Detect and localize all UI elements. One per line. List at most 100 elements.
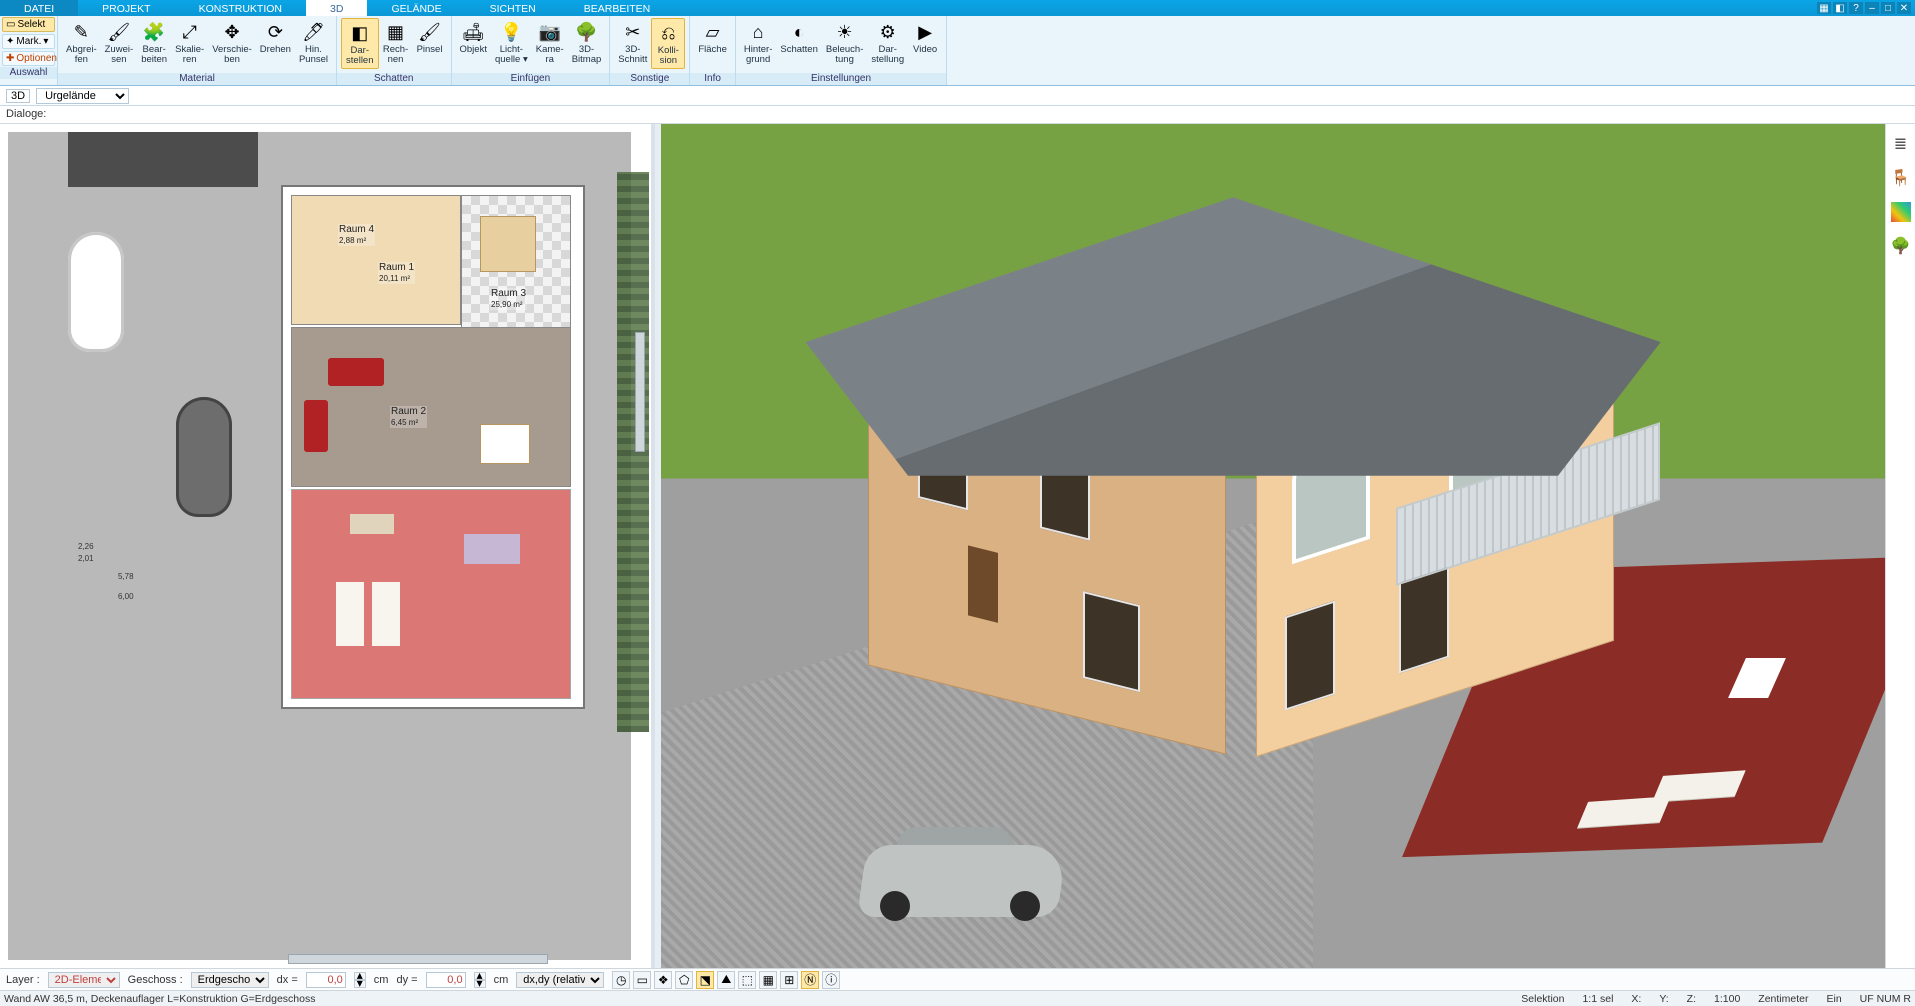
status-x: X:	[1631, 993, 1641, 1005]
car-slot-1	[336, 582, 364, 646]
tab-3d[interactable]: 3D	[306, 0, 367, 16]
floorplan-canvas[interactable]: Raum 42,88 m² Raum 120,11 m² Raum 325,90…	[8, 132, 631, 960]
ribbon-objekt[interactable]: 🛋Objekt	[456, 18, 491, 57]
dx-input[interactable]	[306, 972, 346, 988]
2d-plan-view[interactable]: Raum 42,88 m² Raum 120,11 m² Raum 325,90…	[0, 124, 655, 968]
bottom-tool-6[interactable]: ⬚	[738, 971, 756, 989]
ribbon-skalieren[interactable]: ⤢Skalie- ren	[171, 18, 208, 67]
bottom-tool-5[interactable]: ⛰	[717, 971, 735, 989]
palette-icon[interactable]: ■	[1891, 202, 1911, 222]
garage-room[interactable]	[291, 489, 571, 699]
bottom-tool-4[interactable]: ⬔	[696, 971, 714, 989]
ribbon-video[interactable]: ▶Video	[908, 18, 942, 57]
geschoss-combo[interactable]: Erdgeschos	[191, 972, 269, 988]
close-icon[interactable]: ✕	[1897, 2, 1911, 14]
tab-bearbeiten[interactable]: BEARBEITEN	[560, 0, 675, 16]
ribbon-hin-punsel[interactable]: 🖊Hin. Punsel	[295, 18, 332, 67]
ribbon-darstellen[interactable]: ◧Dar- stellen	[341, 18, 378, 69]
tab-projekt[interactable]: PROJEKT	[78, 0, 174, 16]
2d-scrollbar-h[interactable]	[288, 954, 548, 964]
ribbon-drehen[interactable]: ⟳Drehen	[256, 18, 295, 57]
status-z: Z:	[1687, 993, 1696, 1005]
rechnen-icon: ▦	[384, 20, 408, 44]
maximize-icon[interactable]: □	[1881, 2, 1895, 14]
pinsel-icon: 🖌	[418, 20, 442, 44]
bottom-tool-3[interactable]: ⬠	[675, 971, 693, 989]
ribbon-pinsel[interactable]: 🖌Pinsel	[413, 18, 447, 57]
ribbon-darstellung[interactable]: ⚙Dar- stellung	[867, 18, 908, 67]
3d-canvas[interactable]	[661, 124, 1915, 968]
layer-select[interactable]: Urgelände	[36, 88, 129, 104]
video-label: Video	[913, 45, 937, 55]
3d-view[interactable]: ≣ 🪑 ■ 🌳	[661, 124, 1915, 968]
mark-button[interactable]: ✦ Mark. ▾	[2, 34, 55, 49]
tab-gelaende[interactable]: GELÄNDE	[367, 0, 465, 16]
bed-2	[464, 534, 520, 564]
group-label: Info	[690, 73, 735, 85]
ribbon-verschieben[interactable]: ✥Verschie- ben	[208, 18, 256, 67]
status-scale: 1:100	[1714, 993, 1740, 1005]
ribbon-3d-bitmap[interactable]: 🌳3D- Bitmap	[568, 18, 606, 67]
ribbon-rechnen[interactable]: ▦Rech- nen	[379, 18, 413, 67]
layer-label: Layer :	[6, 974, 40, 986]
dy-step-down[interactable]: ▾	[474, 980, 486, 988]
help-icon[interactable]: ?	[1849, 2, 1863, 14]
minimize-icon[interactable]: –	[1865, 2, 1879, 14]
ribbon-group-auswahl: ▭ Selekt ✦ Mark. ▾ ✚ Optionen Auswahl	[0, 16, 58, 85]
room4-label: Raum 42,88 m²	[338, 224, 375, 246]
kamera-icon: 📷	[538, 20, 562, 44]
2d-scrollbar-v[interactable]	[635, 332, 645, 452]
dy-input[interactable]	[426, 972, 466, 988]
ribbon-kamera[interactable]: 📷Kame- ra	[532, 18, 568, 67]
bearbeiten-label: Bear- beiten	[141, 45, 167, 65]
coord-mode-combo[interactable]: dx,dy (relativ ka	[516, 972, 604, 988]
ribbon-3d-schnitt[interactable]: ✂3D- Schnitt	[614, 18, 651, 67]
bottom-tool-9[interactable]: Ⓝ	[801, 971, 819, 989]
dy-unit: cm	[494, 974, 509, 986]
ribbon-lichtquelle[interactable]: 💡Licht- quelle ▾	[491, 18, 532, 67]
select-button[interactable]: ▭ Selekt	[2, 17, 55, 32]
beleuchtung-icon: ☀	[833, 20, 857, 44]
bottom-tool-10[interactable]: ⓘ	[822, 971, 840, 989]
ribbon-hintergrund[interactable]: ⌂Hinter- grund	[740, 18, 777, 67]
ribbon-kollision[interactable]: ⎌Kolli- sion	[651, 18, 685, 69]
app-icon[interactable]: ▦	[1817, 2, 1831, 14]
room-2[interactable]: Raum 26,45 m²	[291, 327, 571, 487]
ribbon-schatten2[interactable]: ◐Schatten	[776, 18, 822, 57]
dx-step-down[interactable]: ▾	[354, 980, 366, 988]
front-door	[968, 545, 998, 622]
objekt-icon: 🛋	[461, 20, 485, 44]
bottom-tool-7[interactable]: ▦	[759, 971, 777, 989]
kollision-icon: ⎌	[656, 21, 680, 45]
roof	[805, 197, 1660, 476]
window-controls: ▦ ◧ ? – □ ✕	[1817, 0, 1915, 16]
app-icon2[interactable]: ◧	[1833, 2, 1847, 14]
bearbeiten-icon: 🧩	[142, 20, 166, 44]
darstellung-label: Dar- stellung	[871, 45, 904, 65]
beleuchtung-label: Beleuch- tung	[826, 45, 864, 65]
furniture-icon[interactable]: 🪑	[1891, 168, 1911, 188]
tree-icon[interactable]: 🌳	[1891, 236, 1911, 256]
kollision-label: Kolli- sion	[658, 46, 679, 66]
layers-icon[interactable]: ≣	[1891, 134, 1911, 154]
bottom-tool-2[interactable]: ❖	[654, 971, 672, 989]
tab-konstruktion[interactable]: KONSTRUKTION	[175, 0, 306, 16]
ribbon-group-schatten: ◧Dar- stellen▦Rech- nen🖌PinselSchatten	[337, 16, 451, 85]
objekt-label: Objekt	[460, 45, 487, 55]
zuweisen-label: Zuwei- sen	[105, 45, 134, 65]
options-button[interactable]: ✚ Optionen	[2, 51, 55, 66]
ribbon-beleuchtung[interactable]: ☀Beleuch- tung	[822, 18, 868, 67]
bottom-tool-8[interactable]: ⊞	[780, 971, 798, 989]
tab-sichten[interactable]: SICHTEN	[466, 0, 560, 16]
ribbon-flaeche[interactable]: ▱Fläche	[694, 18, 731, 57]
ribbon-abgreifen[interactable]: ✎Abgrei- fen	[62, 18, 101, 67]
ribbon-zuweisen[interactable]: 🖌Zuwei- sen	[101, 18, 138, 67]
bottom-tool-1[interactable]: ▭	[633, 971, 651, 989]
bottom-tool-0[interactable]: ◷	[612, 971, 630, 989]
room-1[interactable]: Raum 42,88 m² Raum 120,11 m²	[291, 195, 461, 325]
room2-label: Raum 26,45 m²	[390, 406, 427, 428]
tab-datei[interactable]: DATEI	[0, 0, 78, 16]
ribbon-bearbeiten[interactable]: 🧩Bear- beiten	[137, 18, 171, 67]
car-slot-2	[372, 582, 400, 646]
layer-combo[interactable]: 2D-Elemen	[48, 972, 120, 988]
